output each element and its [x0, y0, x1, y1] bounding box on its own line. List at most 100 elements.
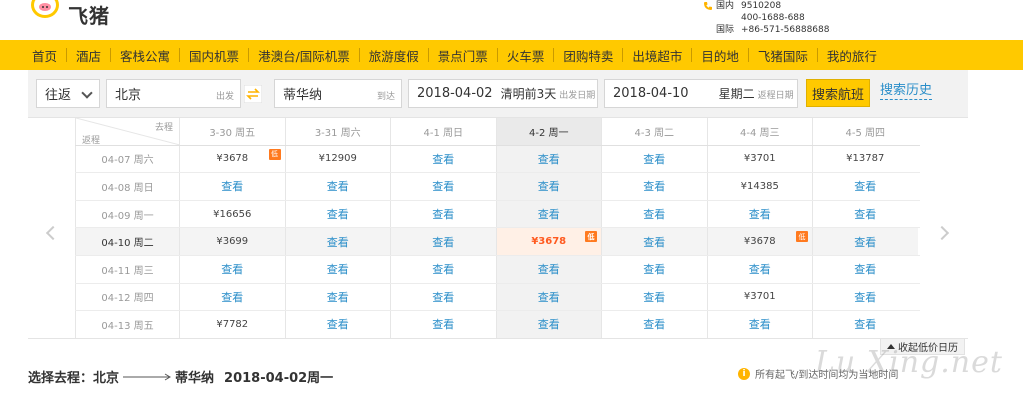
calendar-price-cell[interactable]: ¥13787 [812, 145, 918, 173]
price-text: 查看 [748, 263, 771, 277]
calendar-price-cell[interactable]: 查看 [706, 200, 813, 228]
calendar-price-cell[interactable]: 查看 [812, 228, 918, 255]
nav-item[interactable]: 目的地 [692, 46, 748, 65]
depart-date-input[interactable]: 2018-04-02 清明前3天 出发日期 [408, 79, 598, 108]
calendar-row: 04-12 周四 查看 查看 查看 查看 查看 ¥3701 查看 [75, 283, 920, 312]
calendar-price-cell[interactable]: 查看 [390, 311, 496, 338]
nav-item[interactable]: 国内机票 [180, 46, 248, 65]
to-city-value: 蒂华纳 [283, 88, 323, 103]
calendar-price-cell[interactable]: 查看 [812, 255, 918, 283]
price-text: 查看 [221, 180, 244, 194]
search-history-link[interactable]: 搜索历史 [880, 83, 933, 100]
calendar-price-cell[interactable]: 查看 [390, 283, 496, 311]
calendar-price-cell[interactable]: ¥3701 [706, 145, 813, 173]
prev-week-arrow-icon[interactable] [45, 225, 61, 241]
calendar-price-cell[interactable]: 查看 [495, 200, 601, 228]
price-text: ¥13787 [846, 153, 885, 165]
calendar-price-cell[interactable]: 查看 [601, 311, 707, 338]
calendar-price-cell[interactable]: 查看 [179, 173, 285, 200]
calendar-price-cell[interactable]: 查看 [390, 228, 496, 255]
return-date-value: 2018-04-10 [613, 86, 689, 101]
price-text: 查看 [854, 180, 877, 194]
long-arrow-icon [123, 373, 171, 380]
calendar-price-cell[interactable]: ¥3701 [706, 283, 813, 311]
calendar-price-cell[interactable]: 查看 [390, 255, 496, 283]
nav-item[interactable]: 出境超市 [623, 46, 691, 65]
calendar-price-cell[interactable]: 查看 [812, 283, 918, 311]
nav-item[interactable]: 景点门票 [429, 46, 497, 65]
calendar-price-cell[interactable]: 查看 [495, 145, 601, 173]
nav-item[interactable]: 首页 [32, 46, 66, 65]
calendar-price-cell[interactable]: 查看 [179, 283, 285, 311]
calendar-price-cell[interactable]: 查看 [601, 283, 707, 311]
calendar-price-cell[interactable]: ¥3678 低 [495, 228, 601, 255]
return-date-input[interactable]: 2018-04-10 星期二 返程日期 [604, 79, 798, 108]
calendar-price-cell[interactable]: 查看 [284, 173, 391, 200]
calendar-price-cell[interactable]: ¥3678 低 [179, 145, 285, 173]
calendar-price-cell[interactable]: ¥3678 低 [706, 228, 812, 255]
calendar-price-cell[interactable]: 查看 [284, 311, 391, 338]
nav-item[interactable]: 旅游度假 [360, 46, 428, 65]
calendar-row: 04-11 周三 查看 查看 查看 查看 查看 查看 查看 [75, 255, 920, 284]
calendar-price-cell[interactable]: 查看 [706, 255, 813, 283]
calendar-column-header[interactable]: 4-3 周二 [601, 118, 707, 145]
calendar-price-cell[interactable]: 查看 [601, 255, 707, 283]
calendar-column-header[interactable]: 4-4 周三 [706, 118, 813, 145]
return-date-label: 04-07 周六 [75, 145, 179, 173]
calendar-price-cell[interactable]: 查看 [390, 145, 496, 173]
calendar-price-cell[interactable]: 查看 [812, 173, 918, 200]
calendar-price-cell[interactable]: ¥3699 [179, 228, 285, 255]
nav-item[interactable]: 我的旅行 [818, 46, 886, 65]
nav-item[interactable]: 火车票 [498, 46, 554, 65]
intl-label: 国际 [716, 25, 735, 35]
calendar-price-cell[interactable]: ¥7782 [179, 311, 285, 338]
calendar-price-cell[interactable]: ¥12909 [284, 145, 391, 173]
to-city-input[interactable]: 蒂华纳 到达 [274, 79, 402, 108]
calendar-price-cell[interactable]: 查看 [495, 283, 601, 311]
return-date-label: 04-08 周日 [75, 173, 179, 200]
next-week-arrow-icon[interactable] [934, 225, 950, 241]
calendar-price-cell[interactable]: 查看 [495, 311, 601, 338]
logo[interactable]: 飞猪 [28, 0, 110, 28]
search-flights-button[interactable]: 搜索航班 [806, 79, 870, 107]
calendar-price-cell[interactable]: 查看 [601, 173, 707, 200]
calendar-column-header[interactable]: 4-1 周日 [390, 118, 496, 145]
phone-icon [704, 2, 712, 10]
swap-cities-icon[interactable] [244, 85, 262, 103]
nav-item[interactable]: 团购特卖 [554, 46, 622, 65]
nav-item[interactable]: 飞猪国际 [749, 46, 817, 65]
calendar-price-cell[interactable]: ¥14385 [706, 173, 813, 200]
calendar-column-header[interactable]: 3-30 周五 [179, 118, 285, 145]
calendar-price-cell[interactable]: ¥16656 [179, 200, 285, 228]
corner-diagonal [76, 118, 179, 145]
calendar-column-header[interactable]: 3-31 周六 [284, 118, 391, 145]
calendar-price-cell[interactable]: 查看 [601, 200, 707, 228]
calendar-price-cell[interactable]: 查看 [284, 200, 391, 228]
price-text: 查看 [643, 152, 666, 166]
nav-item[interactable]: 客栈公寓 [111, 46, 179, 65]
calendar-column-header[interactable]: 4-5 周四 [812, 118, 918, 145]
main-nav: 首页 酒店 客栈公寓 国内机票 港澳台/国际机票 旅游度假 景点门票 火车票 团购特卖 出境超市目… [0, 40, 1023, 70]
calendar-price-cell[interactable]: 查看 [495, 255, 601, 283]
calendar-row: 04-13 周五 ¥7782 查看 查看 查看 查看 查看 查看 [75, 311, 920, 339]
calendar-price-cell[interactable]: 查看 [812, 311, 918, 338]
calendar-price-cell[interactable]: 查看 [601, 228, 707, 255]
intl-phone: +86-571-56888688 [741, 25, 830, 35]
calendar-price-cell[interactable]: 查看 [812, 200, 918, 228]
price-text: 查看 [432, 152, 455, 166]
nav-item[interactable]: 酒店 [67, 46, 110, 65]
calendar-price-cell[interactable]: 查看 [706, 311, 813, 338]
calendar-price-cell[interactable]: 查看 [284, 255, 391, 283]
price-text: 查看 [326, 290, 349, 304]
nav-item[interactable]: 港澳台/国际机票 [249, 46, 359, 65]
calendar-column-header[interactable]: 4-2 周一 [495, 118, 601, 145]
calendar-price-cell[interactable]: 查看 [284, 283, 391, 311]
calendar-price-cell[interactable]: 查看 [390, 173, 496, 200]
calendar-price-cell[interactable]: 查看 [495, 173, 601, 200]
trip-type-select[interactable]: 往返 [36, 79, 100, 108]
from-city-input[interactable]: 北京 出发 [106, 79, 241, 108]
calendar-price-cell[interactable]: 查看 [284, 228, 390, 255]
calendar-price-cell[interactable]: 查看 [390, 200, 496, 228]
calendar-price-cell[interactable]: 查看 [601, 145, 707, 173]
calendar-price-cell[interactable]: 查看 [179, 255, 285, 283]
